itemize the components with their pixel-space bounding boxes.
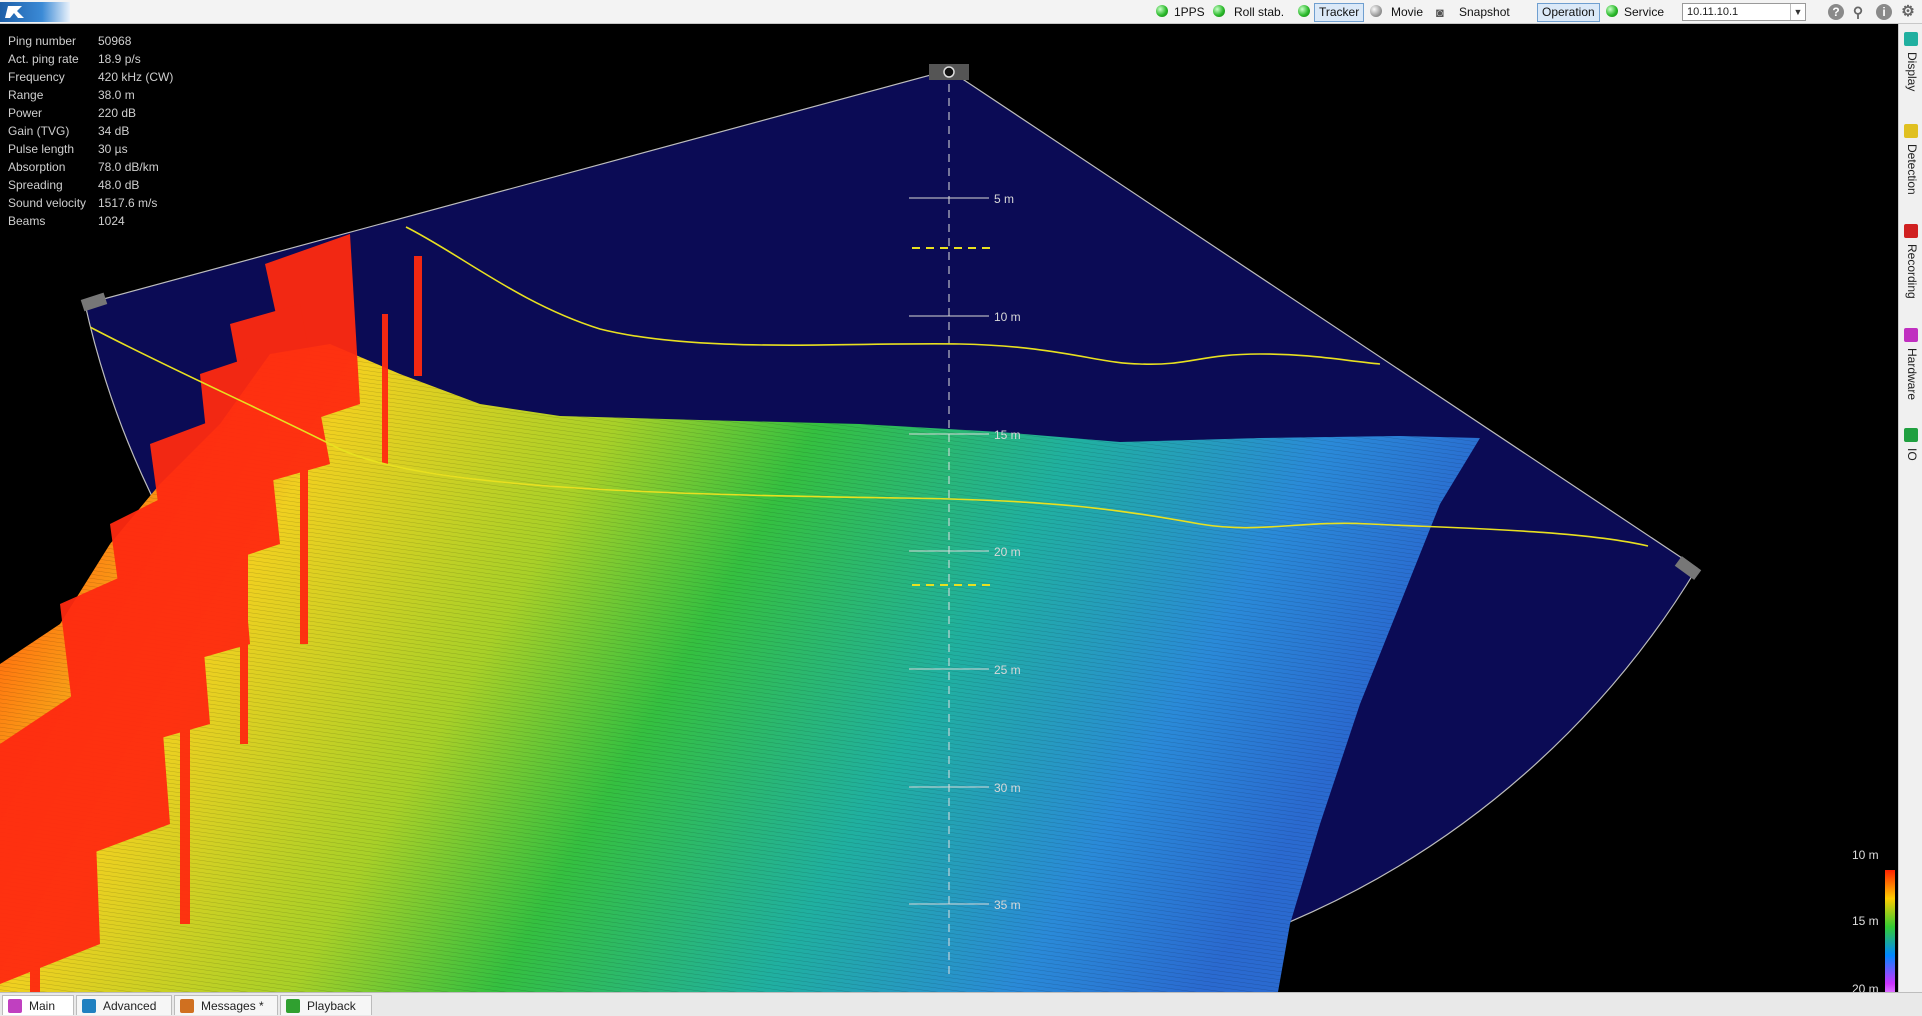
roll-stab-button[interactable]: Roll stab.	[1234, 4, 1284, 20]
service-button[interactable]: Service	[1624, 4, 1664, 20]
info-key: Range	[8, 88, 44, 102]
movie-button[interactable]: Movie	[1391, 4, 1423, 20]
movie-status-icon	[1370, 5, 1382, 17]
range-label-20m: 20 m	[994, 545, 1021, 559]
detection-icon	[1904, 124, 1918, 138]
messages-tab-icon	[180, 999, 194, 1013]
io-icon	[1904, 428, 1918, 442]
range-label-10m: 10 m	[994, 310, 1021, 324]
info-value: 30 µs	[98, 142, 128, 156]
eye-icon	[1904, 32, 1918, 46]
main-tab-icon	[8, 999, 22, 1013]
info-value: 48.0 dB	[98, 178, 140, 192]
tab-detection[interactable]: Detection	[1899, 120, 1922, 220]
search-icon[interactable]: ⚲	[1850, 4, 1866, 20]
range-label-30m: 30 m	[994, 781, 1021, 795]
help-icon[interactable]: ?	[1828, 4, 1844, 20]
info-row-power: Power 220 dB	[8, 104, 173, 122]
info-key: Beams	[8, 214, 46, 228]
camera-icon: ◙	[1436, 5, 1444, 20]
teledyne-logo	[0, 2, 70, 22]
info-key: Power	[8, 106, 43, 120]
info-value: 220 dB	[98, 106, 137, 120]
info-key: Spreading	[8, 178, 63, 192]
scale-label-top: 10 m	[1852, 848, 1879, 862]
chevron-down-icon[interactable]: ▼	[1790, 4, 1805, 20]
scale-label-middle: 15 m	[1852, 914, 1879, 928]
info-value: 18.9 p/s	[98, 52, 141, 66]
tab-display-label: Display	[1905, 52, 1919, 92]
gear-icon[interactable]: ⚙	[1900, 4, 1916, 20]
hardware-icon	[1904, 328, 1918, 342]
bottom-tab-bar: Main Advanced Messages * Playback	[0, 992, 1922, 1016]
info-value: 420 kHz (CW)	[98, 70, 174, 84]
info-value: 34 dB	[98, 124, 130, 138]
info-row-ping-number: Ping number 50968	[8, 32, 173, 50]
info-row-frequency: Frequency 420 kHz (CW)	[8, 68, 173, 86]
tab-playback[interactable]: Playback	[280, 995, 372, 1015]
tab-main-label: Main	[29, 999, 56, 1013]
tab-playback-label: Playback	[307, 999, 356, 1013]
info-row-beams: Beams 1024	[8, 212, 173, 230]
ip-address-value: 10.11.10.1	[1687, 6, 1739, 18]
info-key: Pulse length	[8, 142, 75, 156]
info-value: 50968	[98, 34, 132, 48]
tab-recording-label: Recording	[1905, 244, 1919, 299]
info-icon[interactable]: i	[1876, 4, 1892, 20]
tab-detection-label: Detection	[1905, 144, 1919, 195]
range-label-35m: 35 m	[994, 898, 1021, 912]
tab-messages[interactable]: Messages *	[174, 995, 278, 1015]
info-row-sound-velocity: Sound velocity 1517.6 m/s	[8, 194, 173, 212]
ip-address-select[interactable]: 10.11.10.1 ▼	[1682, 3, 1806, 21]
roll-stab-status-icon	[1213, 5, 1225, 17]
sonar-info-panel: Ping number 50968 Act. ping rate 18.9 p/s …	[8, 32, 173, 230]
range-label-15m: 15 m	[994, 428, 1021, 442]
pps-status-icon	[1156, 5, 1168, 17]
range-label-5m: 5 m	[994, 192, 1015, 206]
operation-button[interactable]: Operation	[1537, 3, 1600, 22]
sonar-fan-canvas	[0, 64, 1702, 992]
info-value: 1024	[98, 214, 125, 228]
info-key: Absorption	[8, 160, 66, 174]
tab-hardware-label: Hardware	[1905, 348, 1919, 401]
info-row-pulse-length: Pulse length 30 µs	[8, 140, 173, 158]
tab-messages-label: Messages *	[201, 999, 264, 1013]
info-row-spreading: Spreading 48.0 dB	[8, 176, 173, 194]
info-row-ping-rate: Act. ping rate 18.9 p/s	[8, 50, 173, 68]
info-row-range: Range 38.0 m	[8, 86, 173, 104]
snapshot-button[interactable]: Snapshot	[1459, 4, 1510, 20]
info-row-absorption: Absorption 78.0 dB/km	[8, 158, 173, 176]
depth-color-scale	[1885, 870, 1895, 1012]
range-label-25m: 25 m	[994, 663, 1021, 677]
info-key: Gain (TVG)	[8, 124, 70, 138]
tab-recording[interactable]: Recording	[1899, 220, 1922, 324]
info-key: Frequency	[8, 70, 65, 84]
info-key: Act. ping rate	[8, 52, 79, 66]
pps-label: 1PPS	[1174, 5, 1205, 19]
info-row-gain: Gain (TVG) 34 dB	[8, 122, 173, 140]
sonar-view[interactable]: 5 m 10 m 15 m 20 m 25 m 30 m 35 m 10 m 1…	[0, 24, 1898, 1012]
tracker-status-icon	[1298, 5, 1310, 17]
tab-io[interactable]: IO	[1899, 424, 1922, 484]
service-status-icon	[1606, 5, 1618, 17]
tab-io-label: IO	[1905, 448, 1919, 461]
tab-display[interactable]: Display	[1899, 28, 1922, 118]
logo-mark-icon	[5, 6, 24, 18]
playback-tab-icon	[286, 999, 300, 1013]
info-key: Ping number	[8, 34, 77, 48]
info-key: Sound velocity	[8, 196, 87, 210]
info-value: 78.0 dB/km	[98, 160, 159, 174]
tab-hardware[interactable]: Hardware	[1899, 324, 1922, 424]
record-icon	[1904, 224, 1918, 238]
tab-main[interactable]: Main	[2, 995, 74, 1015]
side-tab-bar: Display Detection Recording Hardware IO	[1898, 24, 1922, 992]
tab-advanced-label: Advanced	[103, 999, 157, 1013]
tracker-button[interactable]: Tracker	[1314, 3, 1365, 22]
info-value: 38.0 m	[98, 88, 135, 102]
advanced-tab-icon	[82, 999, 96, 1013]
info-value: 1517.6 m/s	[98, 196, 158, 210]
top-toolbar: 1PPS Roll stab. Tracker Movie ◙ Snapshot…	[0, 0, 1922, 24]
tab-advanced[interactable]: Advanced	[76, 995, 172, 1015]
